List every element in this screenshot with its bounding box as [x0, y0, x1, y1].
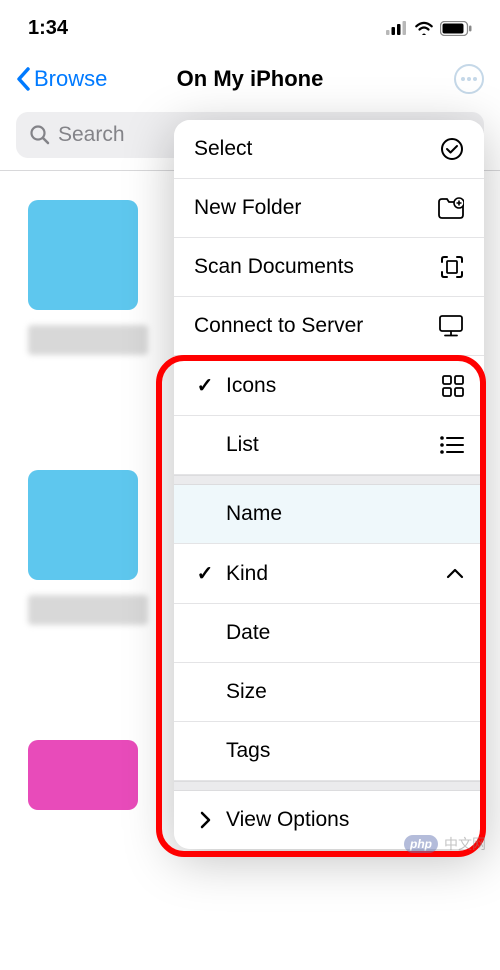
search-icon — [30, 125, 50, 145]
menu-sort-name[interactable]: Name — [174, 485, 484, 544]
menu-label: Date — [226, 621, 270, 645]
new-folder-icon — [438, 197, 464, 219]
menu-label: Icons — [226, 374, 276, 398]
menu-connect-server[interactable]: Connect to Server — [174, 297, 484, 356]
menu-separator — [174, 781, 484, 791]
background-content — [28, 200, 138, 970]
menu-label: Select — [194, 137, 252, 161]
scan-icon — [440, 255, 464, 279]
chevron-up-icon — [446, 568, 464, 580]
checkmark-icon: ✓ — [194, 561, 216, 586]
menu-label: Tags — [226, 739, 270, 763]
menu-label: View Options — [226, 808, 349, 832]
search-placeholder: Search — [58, 123, 125, 147]
menu-separator — [174, 475, 484, 485]
menu-label: Name — [226, 502, 282, 526]
menu-view-list[interactable]: List — [174, 416, 484, 475]
menu-sort-date[interactable]: Date — [174, 604, 484, 663]
chevron-left-icon — [16, 67, 32, 91]
menu-scan-documents[interactable]: Scan Documents — [174, 238, 484, 297]
ellipsis-icon — [461, 77, 477, 81]
status-icons — [386, 21, 472, 36]
wifi-icon — [414, 21, 434, 35]
folder-thumbnail — [28, 740, 138, 810]
watermark: php 中文网 — [404, 834, 486, 854]
battery-icon — [440, 21, 472, 36]
menu-label: New Folder — [194, 196, 301, 220]
watermark-text: 中文网 — [444, 834, 486, 854]
nav-bar: Browse On My iPhone — [0, 50, 500, 108]
select-circle-icon — [440, 137, 464, 161]
menu-sort-tags[interactable]: Tags — [174, 722, 484, 781]
chevron-right-icon — [194, 811, 216, 829]
menu-sort-kind[interactable]: ✓ Kind — [174, 544, 484, 604]
php-logo-icon: php — [404, 835, 438, 853]
page-title: On My iPhone — [177, 66, 324, 92]
menu-label: Scan Documents — [194, 255, 354, 279]
status-bar: 1:34 — [0, 0, 500, 50]
back-label: Browse — [34, 66, 107, 92]
menu-new-folder[interactable]: New Folder — [174, 179, 484, 238]
cellular-icon — [386, 21, 408, 35]
menu-label: Connect to Server — [194, 314, 363, 338]
menu-view-icons[interactable]: ✓ Icons — [174, 356, 484, 416]
context-menu: Select New Folder Scan Documents Connect… — [174, 120, 484, 849]
more-button[interactable] — [454, 64, 484, 94]
menu-label: Kind — [226, 562, 268, 586]
menu-select[interactable]: Select — [174, 120, 484, 179]
menu-label: Size — [226, 680, 267, 704]
list-icon — [440, 436, 464, 454]
back-button[interactable]: Browse — [16, 66, 107, 92]
folder-thumbnail — [28, 470, 138, 580]
server-icon — [438, 315, 464, 337]
folder-thumbnail — [28, 200, 138, 310]
checkmark-icon: ✓ — [194, 373, 216, 398]
status-time: 1:34 — [28, 17, 68, 40]
grid-icon — [442, 375, 464, 397]
menu-label: List — [226, 433, 259, 457]
menu-sort-size[interactable]: Size — [174, 663, 484, 722]
